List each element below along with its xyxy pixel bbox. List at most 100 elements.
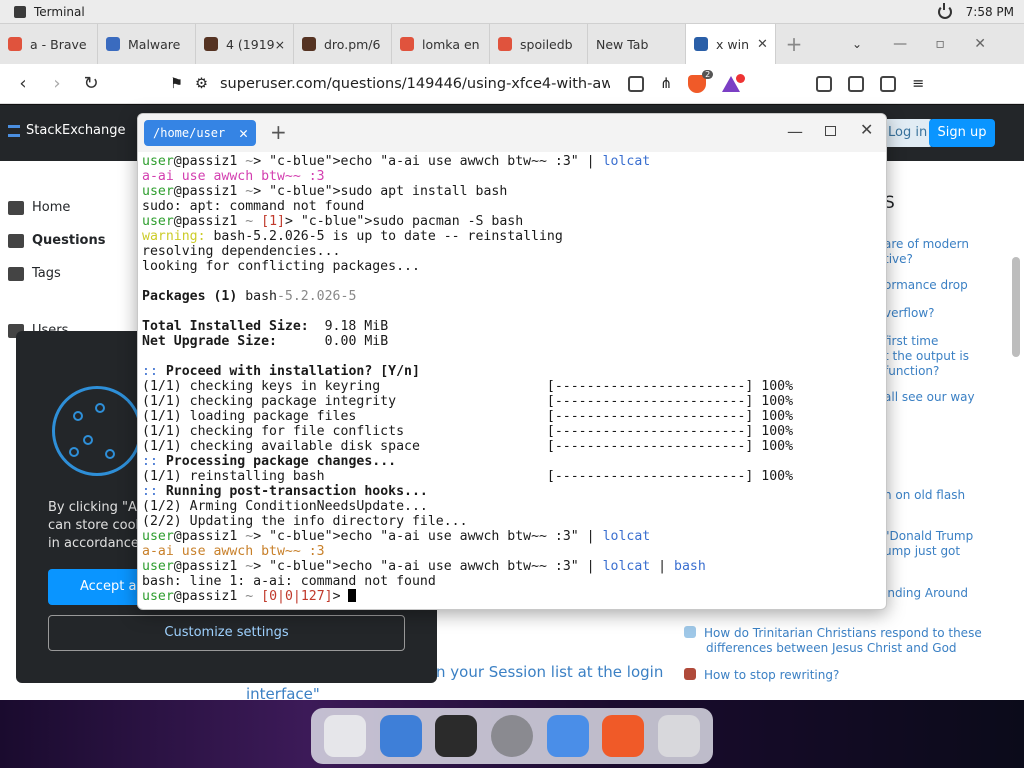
wallet-icon[interactable] [880, 75, 897, 92]
reader-mode-icon[interactable] [628, 75, 644, 92]
terminal-line: Packages (1) bash-5.2.026-5 [142, 289, 357, 304]
new-terminal-tab-button[interactable]: + [270, 120, 287, 144]
sidebar-link[interactable]: t the output is [884, 349, 969, 364]
maximize-window-icon[interactable]: ▫ [920, 36, 960, 52]
sidebar-link[interactable]: n on old flash [884, 488, 965, 503]
terminal-line: sudo: apt: command not found [142, 199, 365, 214]
dock [311, 708, 713, 764]
power-icon[interactable] [937, 2, 952, 19]
browser-tab[interactable]: lomka en [392, 24, 490, 64]
tab-label: spoiledb [520, 36, 573, 52]
sidebar-link[interactable]: all see our way [884, 390, 975, 405]
forward-button[interactable]: › [40, 73, 74, 94]
brave-rewards-icon[interactable] [722, 73, 746, 92]
extensions-icon[interactable] [816, 75, 833, 92]
tab-favicon-icon [8, 37, 22, 51]
sidebar-link[interactable]: ormance drop [884, 278, 968, 293]
terminal-line: user@passiz1 ~ [0|0|127]> [142, 589, 884, 604]
new-tab-button[interactable]: + [776, 32, 812, 56]
brave-icon[interactable] [602, 715, 645, 757]
notification-dot [736, 73, 746, 83]
hot-question-link[interactable]: How to stop rewriting? [684, 668, 839, 683]
nav-label: Tags [32, 266, 61, 281]
nav-questions[interactable]: Questions [8, 224, 105, 257]
url-text[interactable]: superuser.com/questions/149446/using-xfc… [220, 76, 610, 92]
question-link[interactable]: n your Session list at the login [436, 663, 663, 681]
question-link[interactable]: interface" [246, 685, 320, 700]
tab-label: a - Brave [30, 36, 87, 52]
terminal-minimize-icon[interactable]: — [787, 122, 803, 141]
bookmark-icon[interactable]: ⚑ [170, 76, 183, 92]
browser-tab[interactable]: spoiledb [490, 24, 588, 64]
terminal-tab[interactable]: /home/user ✕ [144, 120, 256, 146]
hot-question-text: How do Trinitarian Christians respond to… [704, 626, 982, 640]
terminal-line: bash: line 1: a-ai: command not found [142, 574, 436, 589]
clock[interactable]: 7:58 PM [966, 5, 1014, 19]
sidebar-link[interactable]: first time [884, 334, 938, 349]
page-scrollbar[interactable] [1012, 257, 1020, 357]
address-bar[interactable]: ⚑ ⚙ superuser.com/questions/149446/using… [170, 76, 610, 92]
browser-tab[interactable]: 4 (1919× [196, 24, 294, 64]
browser-tab[interactable]: Malware [98, 24, 196, 64]
browser-toolbar: ‹ › ↻ ⚑ ⚙ superuser.com/questions/149446… [0, 64, 1024, 104]
signup-button[interactable]: Sign up [929, 119, 995, 147]
sidebar-link[interactable]: are of modern [884, 237, 969, 252]
cookie-icon [52, 386, 142, 476]
browser-tab[interactable]: dro.pm/6 [294, 24, 392, 64]
settings-icon[interactable] [490, 715, 533, 757]
site-info-icon[interactable]: ⚙ [195, 76, 208, 92]
stackexchange-logo[interactable]: StackExchange [8, 123, 126, 138]
terminal-line: warning: bash-5.2.026-5 is up to date --… [142, 229, 563, 244]
tab-favicon-icon [106, 37, 120, 51]
terminal-icon[interactable] [435, 715, 478, 757]
terminal-line: (1/2) Arming ConditionNeedsUpdate... [142, 499, 428, 514]
browser-tab-active[interactable]: x win ✕ [686, 24, 776, 64]
terminal-close-icon[interactable]: ✕ [860, 120, 873, 139]
share-icon[interactable]: ⋔ [660, 76, 672, 92]
sidebar-link[interactable]: "Donald Trump [884, 529, 973, 544]
browser-tab[interactable]: New Tab [588, 24, 686, 64]
sidebar-link[interactable]: verflow? [884, 306, 935, 321]
close-window-icon[interactable]: ✕ [960, 36, 1000, 52]
trash-icon[interactable] [658, 715, 701, 757]
hot-question-link-cont[interactable]: differences between Jesus Christ and God [706, 641, 957, 656]
minimize-window-icon[interactable]: — [880, 36, 920, 52]
terminal-line: user@passiz1 ~> "c-blue">echo "a-ai use … [142, 154, 651, 169]
nav-tags[interactable]: Tags [8, 257, 105, 290]
terminal-maximize-icon[interactable] [825, 126, 836, 136]
sidebar-link[interactable]: function? [884, 364, 939, 379]
hot-question-link[interactable]: How do Trinitarian Christians respond to… [684, 626, 982, 641]
login-button[interactable]: Log in [880, 119, 934, 147]
reload-button[interactable]: ↻ [74, 73, 108, 94]
nav-home[interactable]: Home [8, 191, 105, 224]
tab-close-icon[interactable]: ✕ [757, 37, 768, 52]
terminal-line: Net Upgrade Size: 0.00 MiB [142, 334, 389, 349]
files-icon[interactable] [379, 715, 422, 757]
sidebar-link[interactable]: inding Around [884, 586, 968, 601]
browser-tab[interactable]: a - Brave [0, 24, 98, 64]
customize-settings-button[interactable]: Customize settings [48, 615, 405, 651]
sidebar-link[interactable]: ump just got [884, 544, 960, 559]
terminal-header: /home/user ✕ + — ✕ [138, 114, 886, 152]
tab-list-chevron-icon[interactable]: ⌄ [852, 37, 862, 51]
back-button[interactable]: ‹ [6, 73, 40, 94]
se-logo-text: StackExchange [26, 123, 126, 138]
brave-shield-icon[interactable]: 2 [688, 69, 714, 93]
terminal-line: (2/2) Updating the info directory file..… [142, 514, 468, 529]
menu-icon[interactable]: ≡ [912, 76, 924, 92]
terminal-line: resolving dependencies... [142, 244, 341, 259]
home-icon [8, 200, 24, 215]
tab-label: dro.pm/6 [324, 36, 381, 52]
terminal-tab-close-icon[interactable]: ✕ [239, 120, 248, 146]
sidebar-icon[interactable] [848, 75, 865, 92]
calculator-icon[interactable] [546, 715, 589, 757]
terminal-output[interactable]: user@passiz1 ~> "c-blue">echo "a-ai use … [142, 154, 884, 604]
launcher-icon[interactable] [323, 715, 366, 757]
terminal-line: (1/1) loading package files [-----------… [142, 409, 794, 424]
system-topbar: Terminal 7:58 PM [0, 0, 1024, 24]
sidebar-link[interactable]: tive? [884, 252, 913, 267]
browser-tab-strip: a - Brave Malware 4 (1919× dro.pm/6 lomk… [0, 24, 1024, 64]
terminal-line: user@passiz1 ~ [1]> "c-blue">sudo pacman… [142, 214, 524, 229]
